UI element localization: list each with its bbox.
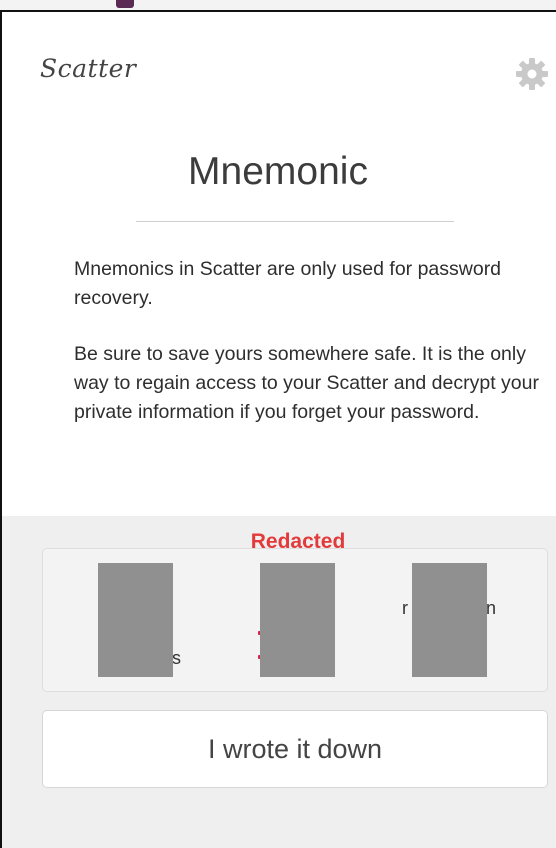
extension-popup: Scatter Mnemonic Mnemonics in Scatter ar…: [0, 0, 556, 848]
scatter-logo: Scatter: [40, 54, 137, 83]
mnemonic-word-fragment: s: [172, 648, 181, 668]
browser-toolbar-edge: [0, 0, 556, 12]
mnemonic-word-fragment: r: [402, 598, 408, 618]
redaction-block: [260, 563, 335, 677]
redaction-block: [98, 563, 173, 677]
page-title: Mnemonic: [188, 150, 368, 193]
mnemonic-word-fragment: n: [486, 598, 497, 618]
gear-icon[interactable]: [514, 56, 550, 92]
redaction-block: [412, 563, 487, 677]
title-divider: [136, 221, 454, 222]
description-paragraph-1: Mnemonics in Scatter are only used for p…: [74, 258, 502, 309]
redaction-label: Redacted: [250, 530, 346, 553]
description-paragraph-2: Be sure to save yours somewhere safe. It…: [74, 343, 539, 423]
extension-tab-icon: [116, 0, 134, 8]
confirm-written-button[interactable]: I wrote it down: [42, 710, 548, 788]
